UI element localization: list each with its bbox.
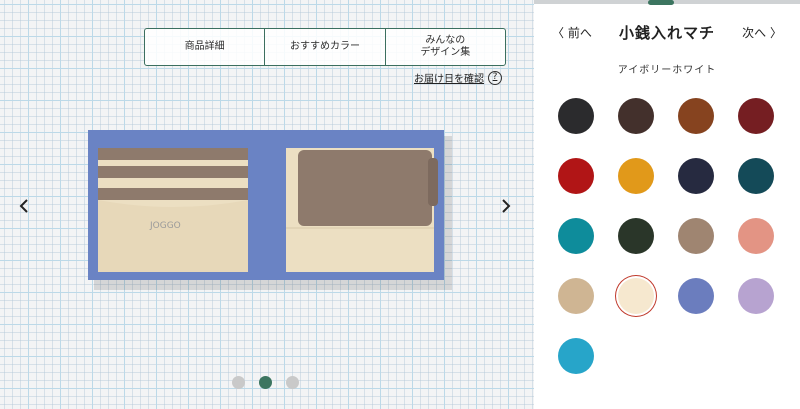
product-preview: 商品詳細 おすすめカラー みんなの デザイン集 お届け日を確認 ? JOGGO (0, 0, 534, 409)
previous-image-arrow[interactable] (14, 196, 34, 216)
carousel-dot-active[interactable] (259, 376, 272, 389)
help-icon[interactable]: ? (488, 70, 502, 85)
color-swatch[interactable] (558, 278, 594, 314)
carousel-dots (232, 376, 299, 389)
color-swatch[interactable] (558, 338, 594, 374)
color-swatch[interactable] (738, 158, 774, 194)
color-swatch[interactable] (738, 98, 774, 134)
tab-bar: 商品詳細 おすすめカラー みんなの デザイン集 (144, 28, 506, 66)
chevron-right-icon: 〉 (766, 26, 782, 40)
carousel-dot[interactable] (232, 376, 245, 389)
tab-product-details[interactable]: 商品詳細 (145, 29, 264, 65)
next-part-button[interactable]: 次へ 〉 (742, 24, 782, 41)
carousel-dot[interactable] (286, 376, 299, 389)
wallet-brand: JOGGO (149, 221, 181, 231)
color-picker-panel: 〈 前へ 小銭入れマチ 次へ 〉 アイボリーホワイト (534, 0, 800, 409)
tab-everyone-designs[interactable]: みんなの デザイン集 (384, 29, 505, 65)
tab-recommended-colors[interactable]: おすすめカラー (264, 29, 384, 65)
color-swatch-selected[interactable] (618, 278, 654, 314)
color-swatch[interactable] (678, 218, 714, 254)
chevron-right-icon (502, 199, 511, 213)
color-swatch[interactable] (558, 218, 594, 254)
color-swatch[interactable] (618, 98, 654, 134)
color-swatch[interactable] (558, 158, 594, 194)
color-swatch[interactable] (738, 218, 774, 254)
color-swatch[interactable] (618, 218, 654, 254)
color-swatch[interactable] (618, 158, 654, 194)
panel-drag-handle[interactable] (648, 0, 674, 5)
delivery-date-label: お届け日を確認 (414, 74, 484, 85)
delivery-date-link[interactable]: お届け日を確認 ? (414, 70, 502, 85)
next-image-arrow[interactable] (496, 196, 516, 216)
color-swatch[interactable] (678, 98, 714, 134)
selected-color-name: アイボリーホワイト (617, 65, 717, 76)
color-swatch[interactable] (678, 158, 714, 194)
color-swatch[interactable] (678, 278, 714, 314)
next-label: 次へ (742, 26, 767, 40)
panel-header: 〈 前へ 小銭入れマチ 次へ 〉 (534, 20, 800, 44)
color-swatch[interactable] (738, 278, 774, 314)
wallet-image: JOGGO (88, 130, 452, 290)
color-swatch[interactable] (558, 98, 594, 134)
chevron-left-icon (19, 199, 28, 213)
